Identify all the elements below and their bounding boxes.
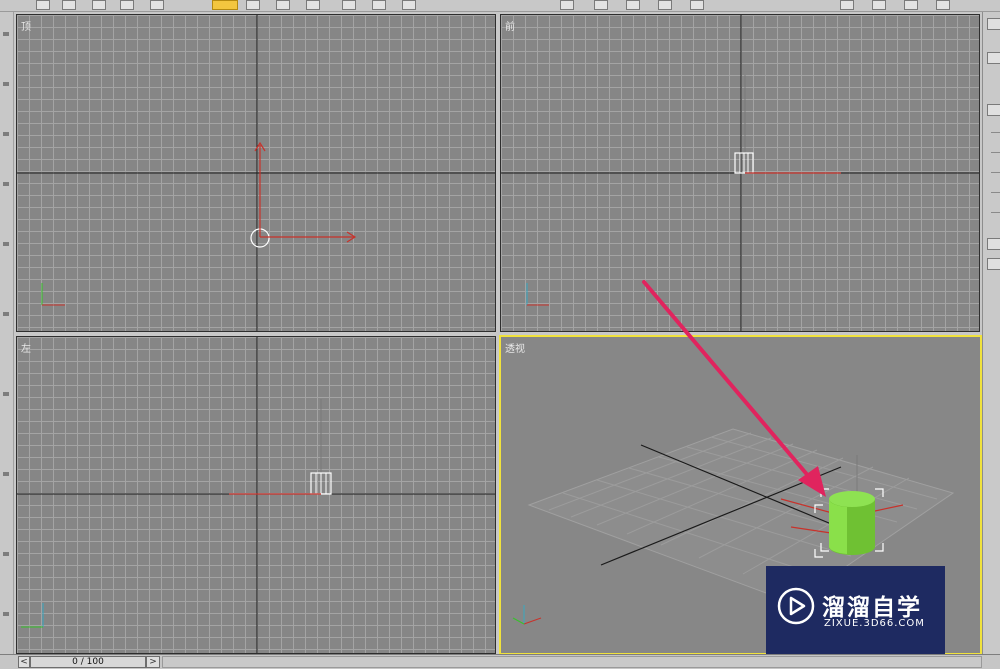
time-track[interactable]	[162, 656, 982, 668]
unlink-icon[interactable]	[120, 0, 134, 10]
viewport-label[interactable]: 透视	[505, 340, 525, 355]
spinner-snap-icon[interactable]	[658, 0, 672, 10]
select-tool-icon[interactable]	[212, 0, 238, 10]
rollout-collapse-icon[interactable]	[987, 104, 1000, 116]
viewport-front[interactable]: 前	[500, 14, 980, 332]
watermark-title: 溜溜自学	[822, 595, 922, 621]
material-editor-icon[interactable]	[840, 0, 854, 10]
cylinder-top-cap	[829, 491, 875, 507]
strip-handle-icon[interactable]	[3, 32, 9, 36]
select-by-name-icon[interactable]	[246, 0, 260, 10]
time-next-button[interactable]: >	[146, 656, 160, 668]
edit-named-selection-icon[interactable]	[690, 0, 704, 10]
viewport-label[interactable]: 前	[505, 18, 515, 33]
color-swatch-icon[interactable]	[987, 258, 1000, 270]
viewport-top[interactable]: 顶	[16, 14, 496, 332]
strip-handle-icon[interactable]	[3, 552, 9, 556]
rollout-divider	[991, 152, 1000, 153]
watermark: 溜溜自学 ZIXUE.3D66.COM	[766, 566, 945, 654]
viewport-front-canvas	[501, 15, 979, 331]
rollout-divider	[991, 192, 1000, 193]
viewport-label[interactable]: 左	[21, 340, 31, 355]
viewport-top-canvas	[17, 15, 495, 331]
strip-handle-icon[interactable]	[3, 82, 9, 86]
strip-handle-icon[interactable]	[3, 392, 9, 396]
rollout-divider	[991, 172, 1000, 173]
viewport-label[interactable]: 顶	[21, 18, 31, 33]
time-slider[interactable]: 0 / 100	[30, 656, 146, 668]
command-panel	[982, 12, 1000, 656]
bind-icon[interactable]	[150, 0, 164, 10]
render-frame-icon[interactable]	[904, 0, 918, 10]
viewport-left-canvas	[17, 337, 495, 653]
render-setup-icon[interactable]	[872, 0, 886, 10]
rollout-collapse-icon[interactable]	[987, 238, 1000, 250]
play-in-circle-icon	[777, 587, 815, 625]
link-icon[interactable]	[92, 0, 106, 10]
rotate-icon[interactable]	[372, 0, 386, 10]
snap-icon[interactable]	[560, 0, 574, 10]
rollout-divider	[991, 212, 1000, 213]
corner-axis-x	[523, 617, 542, 625]
watermark-url: ZIXUE.3D66.COM	[824, 618, 925, 629]
strip-handle-icon[interactable]	[3, 312, 9, 316]
3ds-max-window: 顶 前 左 透视 溜溜自学 ZIXUE.3D66.COM < 0 / 100 >	[0, 0, 1000, 669]
time-slider-bar: < 0 / 100 >	[0, 654, 1000, 669]
move-icon[interactable]	[342, 0, 356, 10]
cylinder-highlight	[828, 499, 847, 554]
region-select-icon[interactable]	[276, 0, 290, 10]
rollout-divider	[991, 132, 1000, 133]
quick-render-icon[interactable]	[936, 0, 950, 10]
strip-handle-icon[interactable]	[3, 182, 9, 186]
corner-axis-y	[512, 617, 525, 625]
geometry-icon[interactable]	[987, 52, 1000, 64]
window-crossing-icon[interactable]	[306, 0, 320, 10]
strip-handle-icon[interactable]	[3, 132, 9, 136]
strip-handle-icon[interactable]	[3, 612, 9, 616]
left-toolstrip	[0, 12, 14, 656]
strip-handle-icon[interactable]	[3, 472, 9, 476]
undo-icon[interactable]	[36, 0, 50, 10]
angle-snap-icon[interactable]	[594, 0, 608, 10]
redo-icon[interactable]	[62, 0, 76, 10]
main-toolbar	[0, 0, 1000, 12]
viewport-left[interactable]: 左	[16, 336, 496, 654]
time-prev-button[interactable]: <	[18, 656, 30, 668]
strip-handle-icon[interactable]	[3, 242, 9, 246]
percent-snap-icon[interactable]	[626, 0, 640, 10]
scale-icon[interactable]	[402, 0, 416, 10]
create-tab-icon[interactable]	[987, 18, 1000, 30]
